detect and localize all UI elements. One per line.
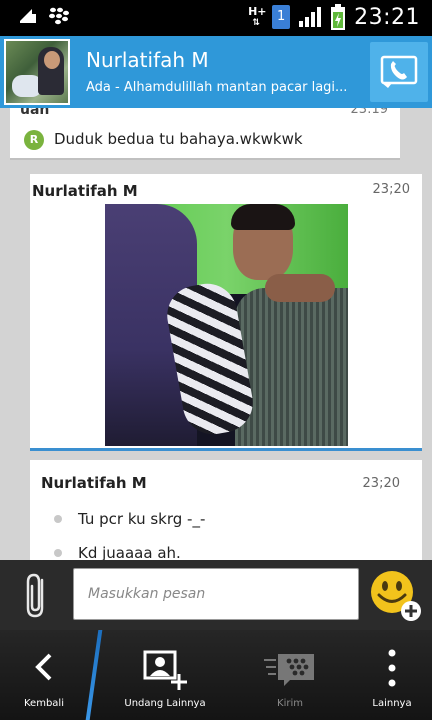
compose-bar	[0, 560, 432, 630]
chat-header: Nurlatifah M Ada - Alhamdulillah mantan …	[0, 36, 432, 108]
invite-contact-icon	[143, 650, 187, 690]
message-sender: Nurlatifah M	[32, 182, 138, 200]
chat-area[interactable]: uan 23:19 R Duduk bedua tu bahaya.wkwkwk…	[0, 108, 432, 560]
overflow-menu-icon	[388, 649, 396, 687]
download-arrow-icon	[20, 9, 36, 23]
message-time: 23;20	[372, 182, 410, 197]
message-line: Kd juaaaa ah.	[54, 544, 181, 560]
status-bar: H+ ⇅ 1 23:21	[0, 0, 432, 36]
send-button[interactable]: Kirim	[245, 630, 335, 720]
bullet-icon	[54, 515, 62, 523]
network-type: H+ ⇅	[248, 4, 267, 28]
read-status-icon: R	[24, 130, 44, 150]
back-chevron-icon	[35, 653, 52, 681]
send-bbm-icon	[264, 654, 314, 686]
message-time: 23:19	[350, 108, 388, 117]
bullet-icon	[54, 549, 62, 557]
message-sender: uan	[20, 108, 50, 118]
message-sender: Nurlatifah M	[41, 474, 147, 492]
contact-status: Ada - Alhamdulillah mantan pacar lagi...	[86, 80, 348, 95]
more-options-button[interactable]: Lainnya	[352, 630, 432, 720]
bottom-action-bar: Kembali Undang Lainnya Kirim Lainnya	[0, 630, 432, 720]
shared-photo[interactable]	[105, 204, 348, 446]
signal-icon	[299, 7, 322, 27]
message-text: Duduk bedua tu bahaya.wkwkwk	[54, 130, 303, 148]
nav-separator	[85, 630, 103, 720]
invite-more-button[interactable]: Undang Lainnya	[110, 630, 220, 720]
back-button[interactable]: Kembali	[0, 630, 88, 720]
clock: 23:21	[354, 4, 420, 30]
contact-name[interactable]: Nurlatifah M	[86, 48, 209, 72]
message-bubble[interactable]: Nurlatifah M 23;20 Tu pcr ku skrg -_- Kd…	[30, 460, 422, 560]
phone-icon	[380, 55, 418, 88]
notification-badge: 1	[272, 5, 291, 29]
message-input[interactable]	[73, 568, 359, 620]
avatar[interactable]	[4, 39, 70, 105]
message-bubble[interactable]: uan 23:19 R Duduk bedua tu bahaya.wkwkwk	[10, 108, 400, 160]
message-time: 23;20	[362, 476, 400, 491]
blackberry-icon	[49, 7, 69, 25]
smiley-add-icon[interactable]	[370, 570, 422, 622]
paperclip-icon[interactable]	[18, 570, 58, 622]
battery-charging-icon	[331, 4, 346, 30]
photo-message-bubble[interactable]: Nurlatifah M 23;20	[30, 174, 422, 451]
call-button[interactable]	[370, 42, 428, 102]
message-line: Tu pcr ku skrg -_-	[54, 510, 205, 528]
